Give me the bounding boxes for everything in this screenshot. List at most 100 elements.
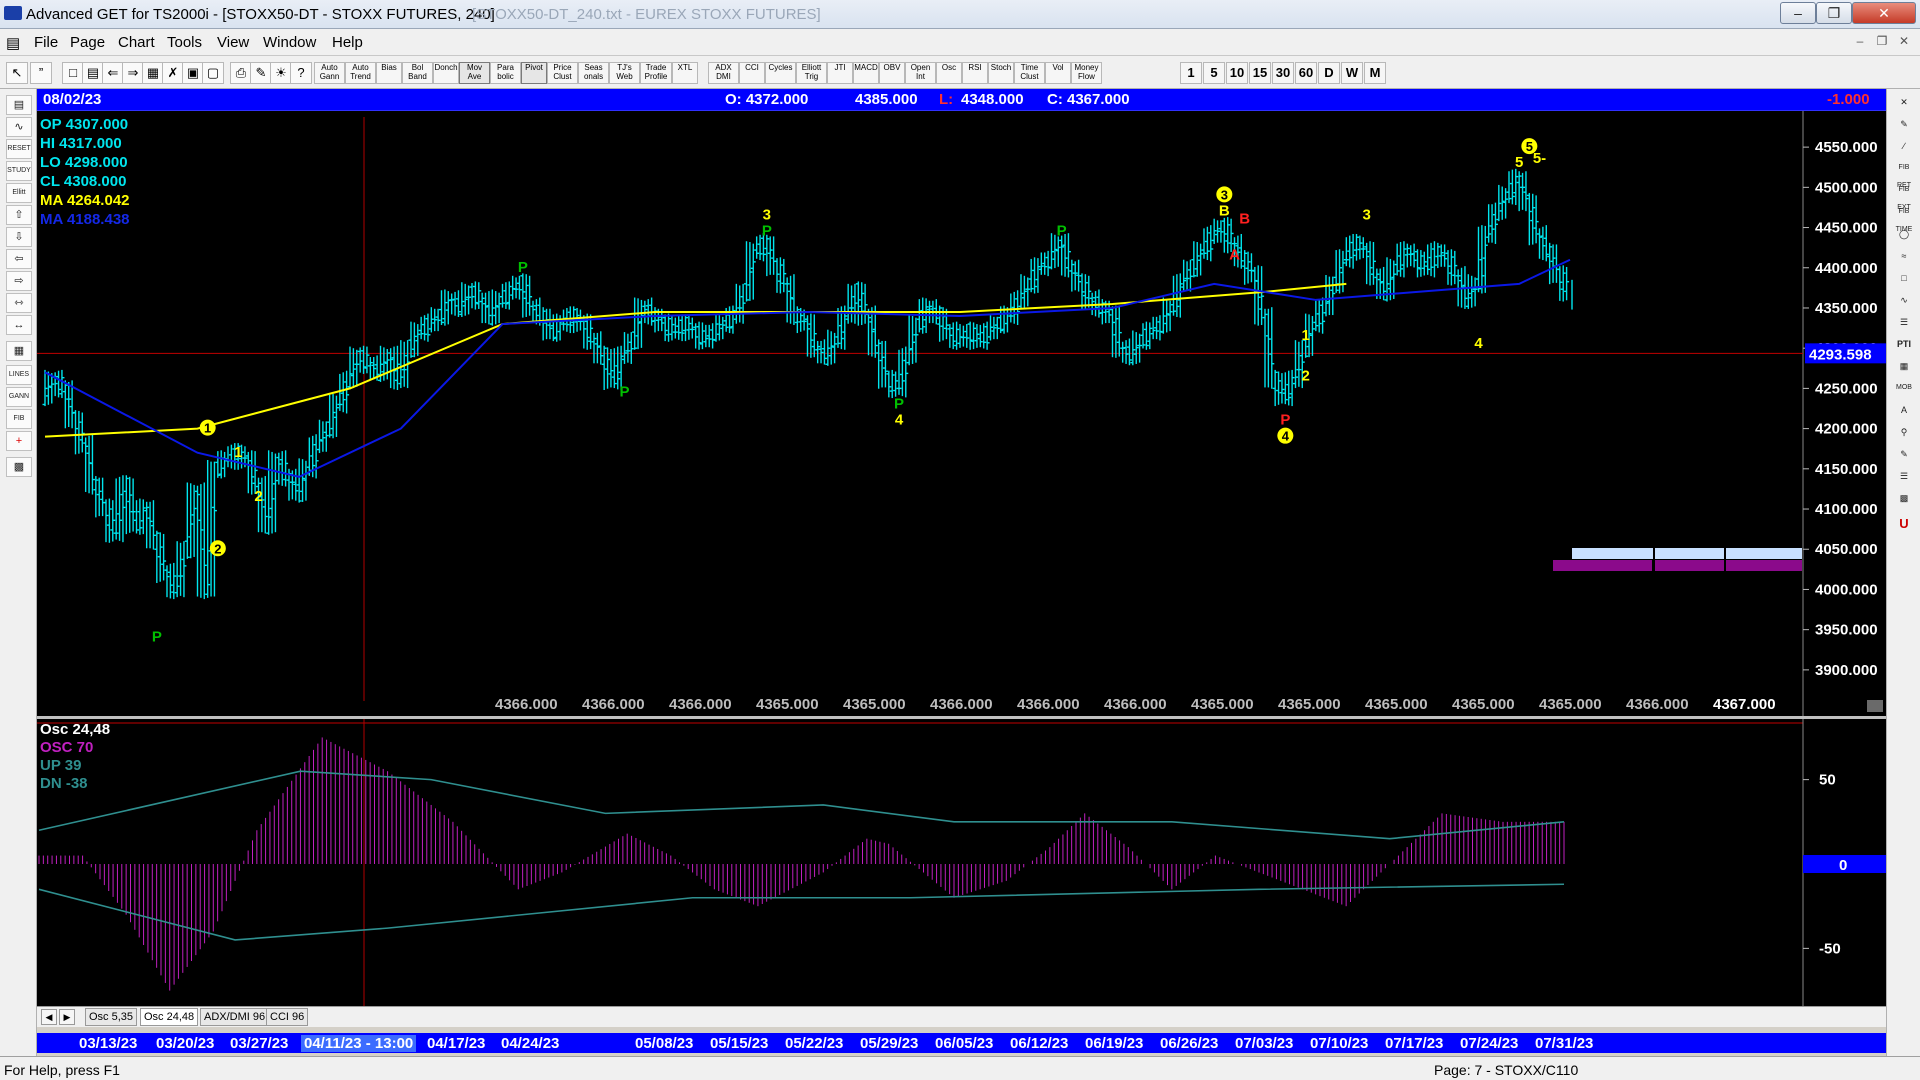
- study-btn-money-flow[interactable]: Money Flow: [1071, 62, 1102, 84]
- price-chart-svg[interactable]: 4550.000 4500.000 4450.000 4400.000 4350.000…: [37, 111, 1886, 716]
- magnet-icon[interactable]: U: [1892, 515, 1916, 533]
- study-btn-trade-profile[interactable]: Trade Profile: [640, 62, 672, 84]
- ellipse-icon[interactable]: ◯: [1892, 225, 1916, 243]
- price-chart[interactable]: 4550.000 4500.000 4450.000 4400.000 4350.000…: [37, 111, 1886, 716]
- study-tool[interactable]: STUDY: [6, 161, 32, 181]
- list-icon[interactable]: ☰: [1892, 467, 1916, 485]
- menu-help[interactable]: Help: [332, 34, 363, 51]
- study-btn-adx-dmi[interactable]: ADX DMI: [708, 62, 739, 84]
- save-icon[interactable]: ▦: [142, 62, 164, 84]
- menu-tools[interactable]: Tools: [167, 34, 202, 51]
- scroll-corner-icon[interactable]: [1867, 700, 1883, 712]
- forward-icon[interactable]: ⇒: [122, 62, 144, 84]
- study-btn-donch[interactable]: Donch: [433, 62, 459, 84]
- mob-tool[interactable]: MOB: [1892, 379, 1916, 397]
- compress-icon[interactable]: ⇿: [6, 293, 32, 313]
- quote-icon[interactable]: ”: [30, 62, 52, 84]
- cross-icon[interactable]: ✗: [162, 62, 184, 84]
- pti-tool[interactable]: PTI: [1892, 335, 1916, 353]
- study-btn-cycles[interactable]: Cycles: [765, 62, 796, 84]
- timeframe-btn-10[interactable]: 10: [1226, 62, 1248, 84]
- channel-icon[interactable]: ☰: [1892, 313, 1916, 331]
- study-btn-stoch[interactable]: Stoch: [988, 62, 1014, 84]
- menu-page[interactable]: Page: [70, 34, 105, 51]
- oscillator-svg[interactable]: 50 0 -50: [37, 719, 1886, 1006]
- study-btn-price-clust[interactable]: Price Clust: [547, 62, 578, 84]
- expand-icon[interactable]: ↔: [6, 315, 32, 335]
- minimize-button[interactable]: –: [1780, 2, 1816, 24]
- study-btn-auto-gann[interactable]: Auto Gann: [314, 62, 345, 84]
- line-tool-icon[interactable]: ∕: [1892, 137, 1916, 155]
- down-arrow-icon[interactable]: ⇩: [6, 227, 32, 247]
- menu-file[interactable]: File: [34, 34, 58, 51]
- study-btn-para-bolic[interactable]: Para bolic: [490, 62, 521, 84]
- study-btn-bol-band[interactable]: Bol Band: [402, 62, 433, 84]
- tab-osc-24-48[interactable]: Osc 24,48: [140, 1008, 199, 1026]
- timeframe-btn-60[interactable]: 60: [1295, 62, 1317, 84]
- tab-left-icon[interactable]: ◀: [41, 1009, 57, 1025]
- app-menu-icon[interactable]: ▤: [6, 34, 20, 52]
- timeframe-btn-w[interactable]: W: [1341, 62, 1363, 84]
- study-btn-bias[interactable]: Bias: [376, 62, 402, 84]
- fan-icon[interactable]: ≈: [1892, 247, 1916, 265]
- study-btn-cci[interactable]: CCI: [739, 62, 765, 84]
- gann-tool[interactable]: GANN: [6, 387, 32, 407]
- mdi-minimize-icon[interactable]: –: [1850, 32, 1870, 50]
- maximize-button[interactable]: ❐: [1816, 2, 1852, 24]
- menu-chart[interactable]: Chart: [118, 34, 155, 51]
- tab-adx-dmi[interactable]: ADX/DMI 96: [200, 1008, 270, 1026]
- lines-tool[interactable]: LINES: [6, 365, 32, 385]
- open-folder-icon[interactable]: ▤: [6, 95, 32, 115]
- cycles-icon[interactable]: ∿: [1892, 291, 1916, 309]
- timeframe-btn-1[interactable]: 1: [1180, 62, 1202, 84]
- box-icon[interactable]: □: [1892, 269, 1916, 287]
- tab-right-icon[interactable]: ▶: [59, 1009, 75, 1025]
- grid-icon[interactable]: ▦: [6, 341, 32, 361]
- wave-tool-icon[interactable]: ∿: [6, 117, 32, 137]
- tab-osc-5-35[interactable]: Osc 5,35: [85, 1008, 138, 1026]
- mdi-restore-icon[interactable]: ❐: [1872, 32, 1892, 50]
- magnify-icon[interactable]: ⚲: [1892, 423, 1916, 441]
- study-btn-macd[interactable]: MACD: [853, 62, 879, 84]
- study-btn-rsi[interactable]: RSI: [962, 62, 988, 84]
- fib-retrace-tool[interactable]: FIB RET: [1892, 159, 1916, 189]
- right-arrow-icon[interactable]: ⇨: [6, 271, 32, 291]
- study-btn-auto-trend[interactable]: Auto Trend: [345, 62, 376, 84]
- brush-icon[interactable]: ✎: [1892, 445, 1916, 463]
- fib-tool[interactable]: FIB: [6, 409, 32, 429]
- study-btn-elliott-trig[interactable]: Elliott Trig: [796, 62, 827, 84]
- study-btn-time-clust[interactable]: Time Clust: [1014, 62, 1045, 84]
- print-icon[interactable]: ⎙: [230, 62, 252, 84]
- study-btn-osc[interactable]: Osc: [936, 62, 962, 84]
- up-arrow-icon[interactable]: ⇧: [6, 205, 32, 225]
- close-button[interactable]: ✕: [1852, 2, 1916, 24]
- study-btn-jti[interactable]: JTI: [827, 62, 853, 84]
- fib-extension-tool[interactable]: FIB EXT: [1892, 181, 1916, 211]
- reset-tool[interactable]: RESET: [6, 139, 32, 159]
- menu-view[interactable]: View: [217, 34, 249, 51]
- study-btn-xtl[interactable]: XTL: [672, 62, 698, 84]
- new-page-icon[interactable]: □: [62, 62, 84, 84]
- open-icon[interactable]: ▤: [82, 62, 104, 84]
- timeframe-btn-30[interactable]: 30: [1272, 62, 1294, 84]
- tree-icon[interactable]: ▩: [1892, 489, 1916, 507]
- back-icon[interactable]: ⇐: [102, 62, 124, 84]
- zoom-out-icon[interactable]: ▢: [202, 62, 224, 84]
- study-btn-open-int[interactable]: Open Int: [905, 62, 936, 84]
- crosshair-icon[interactable]: +: [6, 431, 32, 451]
- bulb-icon[interactable]: ☀: [270, 62, 292, 84]
- mdi-close-icon[interactable]: ✕: [1894, 32, 1914, 50]
- left-arrow-icon[interactable]: ⇦: [6, 249, 32, 269]
- table-icon[interactable]: ▦: [1892, 357, 1916, 375]
- timeframe-btn-5[interactable]: 5: [1203, 62, 1225, 84]
- timeframe-btn-15[interactable]: 15: [1249, 62, 1271, 84]
- elliott-tool[interactable]: Ellitt: [6, 183, 32, 203]
- timeframe-btn-d[interactable]: D: [1318, 62, 1340, 84]
- pointer-icon[interactable]: ↖: [6, 62, 28, 84]
- timeframe-btn-m[interactable]: M: [1364, 62, 1386, 84]
- angle-icon[interactable]: A: [1892, 401, 1916, 419]
- oscillator-panel[interactable]: 50 0 -50 Osc 24,48 OSC 70 UP 39 DN -38: [37, 719, 1886, 1006]
- close-study-icon[interactable]: ✕: [1892, 93, 1916, 111]
- menu-window[interactable]: Window: [263, 34, 316, 51]
- study-btn-mov-ave[interactable]: Mov Ave: [459, 62, 490, 84]
